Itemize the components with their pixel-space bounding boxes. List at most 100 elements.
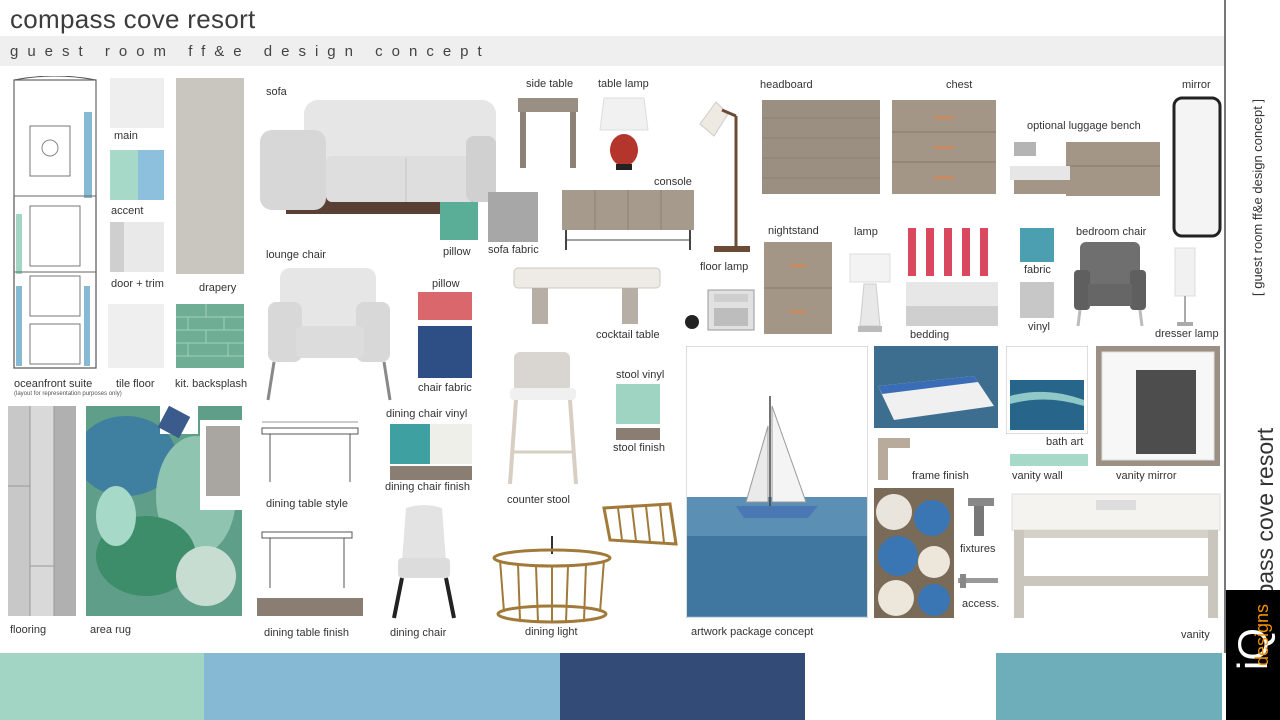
palette-swatch-5 bbox=[996, 653, 1222, 720]
label-lamp: lamp bbox=[854, 226, 878, 238]
pillow-swatch-green bbox=[440, 202, 478, 240]
dining-table-drawing bbox=[261, 421, 359, 482]
label-layout-note: (layout for representation purposes only… bbox=[14, 391, 122, 397]
bedding-image bbox=[906, 282, 998, 326]
chair-fabric-swatch bbox=[418, 326, 472, 378]
label-counter-stool: counter stool bbox=[507, 494, 570, 506]
label-dining-table-finish: dining table finish bbox=[264, 627, 350, 639]
label-dresser-lamp: dresser lamp bbox=[1155, 328, 1219, 340]
label-chest: chest bbox=[946, 79, 973, 91]
mirror-image bbox=[1172, 96, 1222, 238]
label-door-trim: door + trim bbox=[111, 278, 164, 290]
dining-table-finish-swatch bbox=[257, 598, 363, 616]
dining-chair-image bbox=[392, 505, 456, 619]
stool-finish-swatch bbox=[616, 428, 660, 440]
boat-art-image bbox=[874, 346, 998, 428]
flooring-plank-image bbox=[8, 406, 76, 616]
floor-lamp-image bbox=[699, 101, 750, 252]
label-fixtures: fixtures bbox=[960, 543, 996, 555]
vanity-mirror-image bbox=[1096, 346, 1220, 466]
page-title: compass cove resort bbox=[10, 4, 256, 34]
dining-chair-vinyl-swatch-teal bbox=[390, 424, 430, 464]
label-flooring: flooring bbox=[10, 624, 47, 636]
rug-fabric-swatch bbox=[206, 426, 240, 496]
palette-swatch-2 bbox=[204, 653, 560, 720]
label-table-lamp: table lamp bbox=[598, 78, 649, 90]
door-trim-swatch-light bbox=[124, 222, 164, 272]
label-oceanfront-suite: oceanfront suite bbox=[14, 378, 93, 390]
label-stool-finish: stool finish bbox=[613, 442, 665, 454]
accent-swatch-green bbox=[110, 150, 138, 200]
frame-finish-image bbox=[878, 438, 910, 480]
palette-swatch-1 bbox=[0, 653, 204, 720]
dining-table-drawing-2 bbox=[261, 531, 353, 588]
label-console: console bbox=[654, 176, 692, 188]
label-main: main bbox=[114, 130, 138, 142]
label-optional-luggage-bench: optional luggage bench bbox=[1027, 120, 1141, 132]
label-dining-chair: dining chair bbox=[390, 627, 447, 639]
label-artwork-package-concept: artwork package concept bbox=[691, 626, 814, 638]
label-sofa-fabric: sofa fabric bbox=[488, 244, 539, 256]
iq-designs-logo: iQ designs bbox=[1226, 590, 1280, 720]
label-vanity-mirror: vanity mirror bbox=[1116, 470, 1177, 482]
artwork-sailboat-image bbox=[686, 346, 868, 618]
side-subtitle: [ guest room ff&e design concept ] bbox=[1250, 98, 1265, 296]
dining-chair-vinyl-swatch-light bbox=[430, 424, 472, 464]
lounge-chair-image bbox=[266, 268, 392, 401]
label-dining-chair-vinyl: dining chair vinyl bbox=[386, 408, 468, 420]
main-swatch bbox=[110, 78, 164, 128]
tile-floor-swatch bbox=[108, 304, 164, 368]
pillow-swatch-red bbox=[418, 292, 472, 320]
console-image bbox=[562, 190, 694, 250]
accent-swatch-blue bbox=[138, 150, 164, 200]
label-dining-table-style: dining table style bbox=[266, 498, 348, 510]
nightstand-image bbox=[764, 242, 832, 334]
label-dining-chair-finish: dining chair finish bbox=[385, 481, 470, 493]
label-headboard: headboard bbox=[760, 79, 813, 91]
faucet-image bbox=[968, 498, 994, 536]
label-accent: accent bbox=[111, 205, 144, 217]
palette-swatch-3 bbox=[560, 653, 805, 720]
label-nightstand: nightstand bbox=[768, 225, 819, 237]
label-stool-vinyl: stool vinyl bbox=[616, 369, 665, 381]
label-vanity-wall: vanity wall bbox=[1012, 470, 1063, 482]
vanity-image bbox=[1011, 493, 1221, 618]
towel-bar-image bbox=[958, 574, 998, 588]
label-cocktail-table: cocktail table bbox=[596, 329, 660, 341]
page-subtitle: guest room ff&e design concept bbox=[10, 43, 491, 60]
dining-light-image bbox=[492, 536, 612, 624]
palette-swatch-4 bbox=[805, 653, 996, 720]
safe-image bbox=[685, 289, 755, 331]
label-bath-art: bath art bbox=[1046, 436, 1084, 448]
label-drapery: drapery bbox=[199, 282, 237, 294]
buoys-art-image bbox=[874, 488, 954, 618]
label-chair-fabric: chair fabric bbox=[418, 382, 472, 394]
label-access: access. bbox=[962, 598, 1000, 610]
label-frame-finish: frame finish bbox=[912, 470, 969, 482]
bath-art-image bbox=[1006, 346, 1088, 434]
label-vanity: vanity bbox=[1181, 629, 1210, 641]
side-table-image bbox=[518, 98, 578, 168]
label-mirror: mirror bbox=[1182, 79, 1211, 91]
label-area-rug: area rug bbox=[90, 624, 131, 636]
headboard-image bbox=[762, 100, 880, 194]
floor-plan-image bbox=[13, 76, 97, 369]
divider-line bbox=[1224, 0, 1226, 653]
label-bedding: bedding bbox=[910, 329, 950, 341]
label-vinyl: vinyl bbox=[1028, 321, 1051, 333]
bedroom-chair-image bbox=[1074, 242, 1146, 327]
dining-chair-finish-swatch bbox=[390, 466, 472, 480]
label-lounge-chair: lounge chair bbox=[266, 249, 326, 261]
vinyl-swatch bbox=[1020, 282, 1054, 318]
label-kit-backsplash: kit. backsplash bbox=[175, 378, 248, 390]
label-tile-floor: tile floor bbox=[116, 378, 155, 390]
sofa-fabric-swatch bbox=[488, 192, 538, 242]
counter-stool-image bbox=[508, 352, 578, 485]
drapery-swatch bbox=[176, 78, 244, 274]
bedding-stripe-image bbox=[906, 228, 994, 276]
label-pillow: pillow bbox=[443, 246, 471, 258]
label-side-table: side table bbox=[526, 78, 574, 90]
vanity-wall-swatch bbox=[1010, 454, 1088, 466]
table-lamp-image bbox=[599, 97, 649, 170]
lamp-image bbox=[849, 253, 891, 332]
